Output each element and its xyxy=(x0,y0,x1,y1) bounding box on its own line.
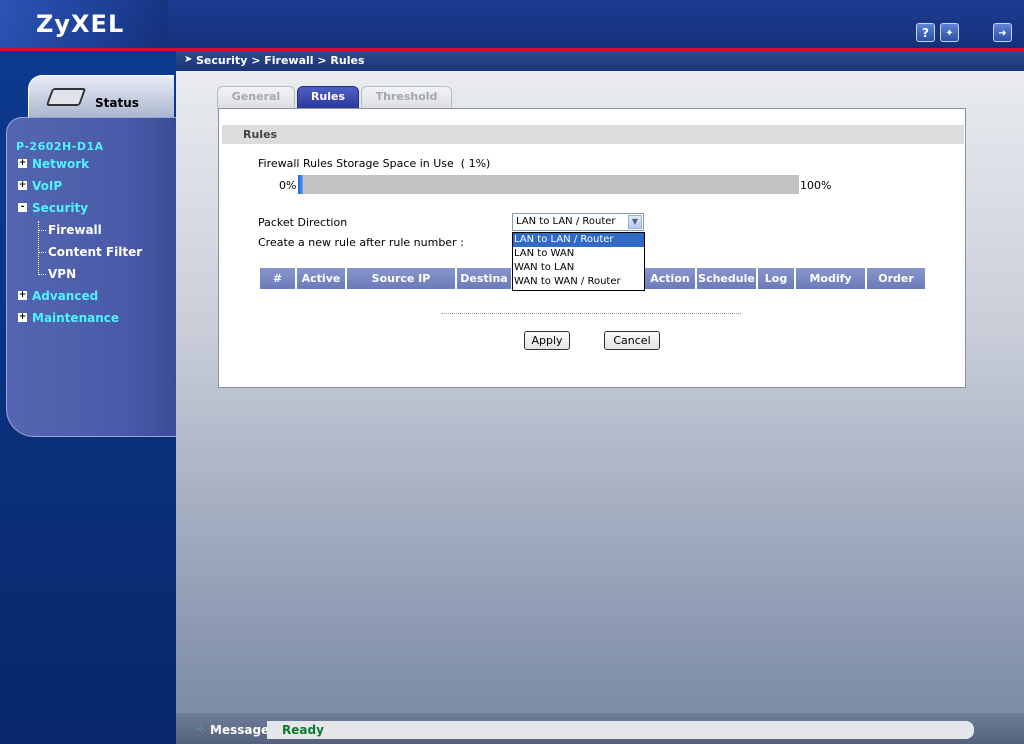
sidebar-item-firewall[interactable]: Firewall xyxy=(48,223,102,237)
storage-percent: ( 1%) xyxy=(460,157,491,170)
message-text: Ready xyxy=(282,723,324,737)
sidebar-item-maintenance[interactable]: + Maintenance xyxy=(18,311,120,325)
help-icon[interactable]: ? xyxy=(916,23,935,42)
storage-max-label: 100% xyxy=(800,179,832,192)
dropdown-option[interactable]: LAN to WAN xyxy=(513,247,644,261)
tree-branch xyxy=(38,230,46,232)
storage-label: Firewall Rules Storage Space in Use ( 1%… xyxy=(258,157,490,170)
packet-direction-select[interactable]: LAN to LAN / Router ▼ xyxy=(512,213,644,231)
router-icon xyxy=(45,88,87,106)
column-header-action: Action xyxy=(645,268,697,289)
device-model: P-2602H-D1A xyxy=(16,140,104,153)
column-header-source-ip: Source IP xyxy=(347,268,457,289)
message-box xyxy=(267,721,974,739)
zyxel-logo: ZyXEL xyxy=(36,10,125,38)
sidebar-item-label: Security xyxy=(32,201,89,215)
column-header-active: Active xyxy=(297,268,347,289)
storage-label-text: Firewall Rules Storage Space in Use xyxy=(258,157,454,170)
dropdown-option[interactable]: LAN to LAN / Router xyxy=(513,233,644,247)
message-icon: ⁘ xyxy=(196,724,205,735)
expand-icon[interactable]: + xyxy=(18,291,27,300)
tree-branch xyxy=(38,252,46,254)
sidebar-item-advanced[interactable]: + Advanced xyxy=(18,289,99,303)
column-header-destination: Destina xyxy=(457,268,513,289)
new-rule-label: Create a new rule after rule number : xyxy=(258,236,464,249)
tab-threshold[interactable]: Threshold xyxy=(361,86,452,109)
logout-icon[interactable]: ➜ xyxy=(993,23,1012,42)
sidebar-item-network[interactable]: + Network xyxy=(18,157,90,171)
breadcrumb-bar: ➤ Security > Firewall > Rules xyxy=(176,51,1024,71)
sidebar-item-label: VoIP xyxy=(32,179,63,193)
divider xyxy=(441,313,741,314)
column-header-schedule: Schedule xyxy=(697,268,758,289)
sidebar-item-label: Advanced xyxy=(32,289,99,303)
expand-icon[interactable]: + xyxy=(18,313,27,322)
tree-branch xyxy=(38,274,46,276)
column-header-modify: Modify xyxy=(796,268,867,289)
cancel-button[interactable]: Cancel xyxy=(604,331,660,350)
packet-direction-value: LAN to LAN / Router xyxy=(516,216,616,227)
status-tab[interactable]: Status xyxy=(28,75,174,119)
chevron-down-icon[interactable]: ▼ xyxy=(628,215,642,229)
sidebar-item-vpn[interactable]: VPN xyxy=(48,267,76,281)
storage-progress-fill xyxy=(298,175,303,194)
sidebar: Status xyxy=(0,51,176,744)
sidebar-item-label: Maintenance xyxy=(32,311,120,325)
packet-direction-dropdown: LAN to LAN / Router LAN to WAN WAN to LA… xyxy=(512,232,645,291)
tab-rules[interactable]: Rules xyxy=(297,86,359,109)
storage-min-label: 0% xyxy=(279,179,297,192)
section-title: Rules xyxy=(243,128,278,141)
column-header-log: Log xyxy=(758,268,796,289)
tab-general[interactable]: General xyxy=(217,86,295,109)
expand-icon[interactable]: + xyxy=(18,181,27,190)
sidebar-item-voip[interactable]: + VoIP xyxy=(18,179,63,193)
breadcrumb-arrow-icon: ➤ xyxy=(184,54,193,65)
sidebar-item-label: Network xyxy=(32,157,90,171)
dropdown-option[interactable]: WAN to LAN xyxy=(513,261,644,275)
status-label: Status xyxy=(95,96,139,110)
storage-progress-bar xyxy=(298,175,799,194)
message-label: Message xyxy=(210,723,270,737)
dropdown-option[interactable]: WAN to WAN / Router xyxy=(513,275,644,289)
wizard-icon[interactable]: ✦ xyxy=(940,23,959,42)
sidebar-item-security[interactable]: - Security xyxy=(18,201,89,215)
expand-icon[interactable]: + xyxy=(18,159,27,168)
column-header-number: # xyxy=(260,268,297,289)
packet-direction-label: Packet Direction xyxy=(258,216,348,229)
column-header-order: Order xyxy=(867,268,925,289)
collapse-icon[interactable]: - xyxy=(18,203,27,212)
section-header: Rules xyxy=(222,125,964,144)
top-header: ZyXEL ? ✦ ➜ xyxy=(0,0,1024,48)
breadcrumb: Security > Firewall > Rules xyxy=(196,54,365,67)
sidebar-item-content-filter[interactable]: Content Filter xyxy=(48,245,142,259)
apply-button[interactable]: Apply xyxy=(524,331,570,350)
